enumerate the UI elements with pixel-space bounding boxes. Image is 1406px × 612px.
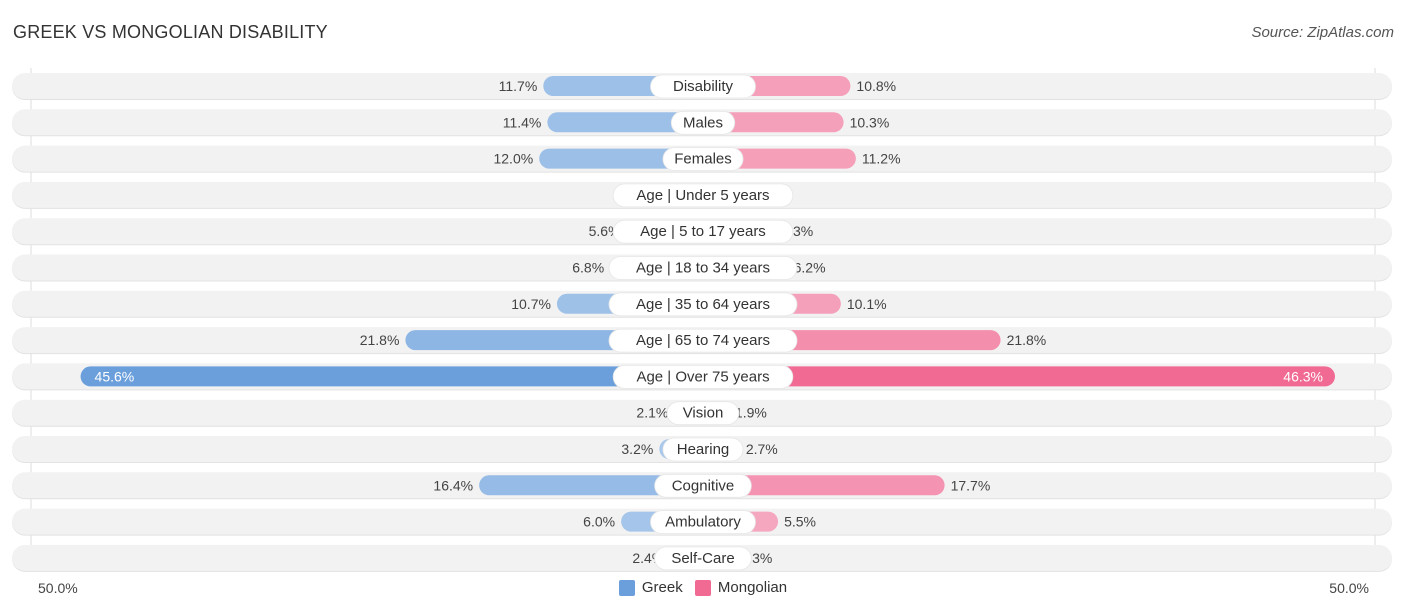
value-label-greek: 21.8% [360,332,400,348]
value-label-mongolian: 10.1% [847,296,887,312]
value-label-greek: 11.7% [499,78,538,94]
category-label: Disability [673,78,734,95]
value-label-greek: 12.0% [493,151,533,167]
category-label: Age | 18 to 34 years [636,260,770,277]
value-label-mongolian: 10.3% [850,114,890,130]
legend: Greek Mongolian [0,579,1406,600]
category-label: Females [674,151,732,168]
value-label-mongolian: 5.5% [784,514,816,530]
bar-greek[interactable] [80,366,703,387]
legend-swatch-greek [618,579,635,596]
legend-item-greek[interactable]: Greek [618,579,683,596]
value-label-greek: 6.8% [572,260,604,276]
value-label-greek: 6.0% [583,514,615,530]
bar-mongolian[interactable] [703,366,1335,387]
category-label: Age | 35 to 64 years [636,296,770,313]
value-label-greek: 2.1% [636,405,668,421]
value-label-mongolian: 6.2% [794,260,826,276]
value-label-mongolian: 21.8% [1007,332,1047,348]
legend-item-mongolian[interactable]: Mongolian [694,579,788,596]
value-label-greek: 45.6% [95,368,135,384]
value-label-mongolian: 1.9% [735,405,767,421]
category-label: Vision [683,405,724,422]
category-label: Hearing [677,441,730,458]
value-label-mongolian: 46.3% [1283,368,1323,384]
value-label-mongolian: 11.2% [862,151,901,167]
category-label: Self-Care [671,550,734,567]
category-label: Ambulatory [665,514,741,531]
value-label-mongolian: 10.8% [856,78,896,94]
category-label: Age | 65 to 74 years [636,332,770,349]
category-label: Males [683,114,723,131]
legend-label-mongolian: Mongolian [717,579,788,596]
category-label: Age | Under 5 years [636,187,769,204]
value-label-greek: 10.7% [511,296,551,312]
category-label: Age | Over 75 years [636,368,769,385]
category-label: Cognitive [672,477,735,494]
legend-label-greek: Greek [641,579,683,596]
value-label-mongolian: 2.7% [746,441,778,457]
value-label-greek: 3.2% [621,441,653,457]
value-label-mongolian: 17.7% [951,477,991,493]
legend-swatch-mongolian [694,579,711,596]
value-label-greek: 11.4% [503,114,542,130]
category-label: Age | 5 to 17 years [640,223,766,240]
value-label-greek: 16.4% [433,477,473,493]
chart-canvas: 11.7% 10.8% Disability 11.4% 10.3% Males 12.0%… [12,68,1392,572]
